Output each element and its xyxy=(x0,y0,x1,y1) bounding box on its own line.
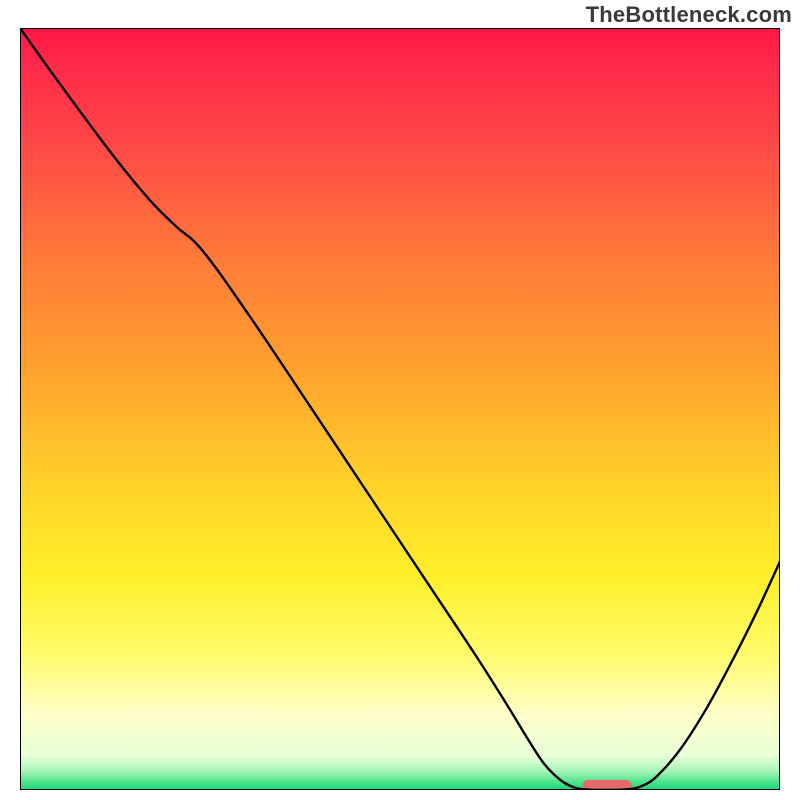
chart-container: TheBottleneck.com xyxy=(0,0,800,800)
gradient-background xyxy=(20,28,780,790)
plot-svg xyxy=(20,28,780,790)
watermark-text: TheBottleneck.com xyxy=(586,2,792,28)
plot-area xyxy=(20,28,780,790)
